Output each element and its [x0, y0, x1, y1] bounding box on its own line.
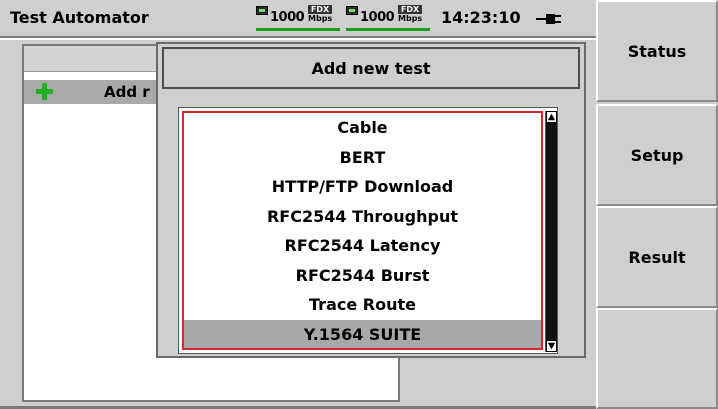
- scroll-thumb[interactable]: [546, 123, 557, 340]
- empty-soft-button[interactable]: [596, 308, 718, 409]
- status-button[interactable]: Status: [596, 0, 718, 102]
- result-button[interactable]: Result: [596, 206, 718, 308]
- option-trace-route[interactable]: Trace Route: [184, 290, 541, 320]
- port-2-status: 1000 FDX Mbps: [346, 5, 436, 32]
- status-header: Test Automator 1000 FDX Mbps 1000 FDX Mb…: [0, 0, 596, 38]
- port-1-status: 1000 FDX Mbps: [256, 5, 346, 32]
- add-new-test-dialog: Add new test Cable BERT HTTP/FTP Downloa…: [156, 42, 586, 358]
- port-1-duplex: FDX Mbps: [308, 5, 333, 23]
- ac-plug-icon: [536, 14, 561, 24]
- clock: 14:23:10: [441, 8, 521, 27]
- app-title: Test Automator: [10, 8, 149, 27]
- test-type-list: Cable BERT HTTP/FTP Download RFC2544 Thr…: [178, 107, 558, 354]
- port-2-speed: 1000: [360, 10, 395, 25]
- option-rfc2544-burst[interactable]: RFC2544 Burst: [184, 261, 541, 291]
- option-rfc2544-throughput[interactable]: RFC2544 Throughput: [184, 202, 541, 232]
- option-rfc2544-latency[interactable]: RFC2544 Latency: [184, 231, 541, 261]
- scroll-down-arrow-icon[interactable]: [546, 340, 557, 352]
- plus-icon: [36, 83, 53, 100]
- port-icon: [346, 6, 358, 15]
- side-button-panel: Status Setup Result: [596, 0, 718, 409]
- option-y1564-suite[interactable]: Y.1564 SUITE: [184, 319, 541, 348]
- option-bert[interactable]: BERT: [184, 143, 541, 173]
- port-2-link-bar: [346, 28, 430, 31]
- option-cable[interactable]: Cable: [184, 113, 541, 143]
- port-1-link-bar: [256, 28, 340, 31]
- test-type-options: Cable BERT HTTP/FTP Download RFC2544 Thr…: [182, 111, 543, 350]
- list-scrollbar[interactable]: [545, 111, 557, 352]
- add-test-label: Add r: [104, 83, 150, 101]
- setup-button[interactable]: Setup: [596, 104, 718, 206]
- scroll-up-arrow-icon[interactable]: [546, 111, 557, 123]
- port-1-speed: 1000: [270, 10, 305, 25]
- option-http-ftp-download[interactable]: HTTP/FTP Download: [184, 172, 541, 202]
- dialog-title: Add new test: [162, 47, 580, 89]
- port-2-duplex: FDX Mbps: [398, 5, 423, 23]
- port-icon: [256, 6, 268, 15]
